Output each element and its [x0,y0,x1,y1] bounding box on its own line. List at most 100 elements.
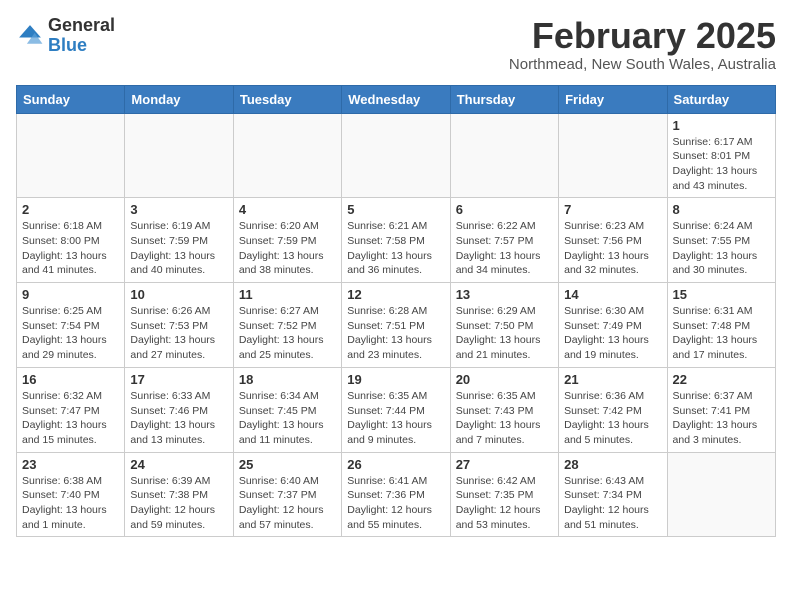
calendar-cell: 25Sunrise: 6:40 AM Sunset: 7:37 PM Dayli… [233,452,341,537]
day-number: 14 [564,287,661,302]
calendar-cell: 24 Sunrise: 6:39 AM Sunset: 7:38 PM Dayli… [125,452,233,537]
day-info: Sunrise: 6:17 AM Sunset: 8:01 PM Dayligh… [673,135,770,194]
day-info: Sunrise: 6:36 AM Sunset: 7:42 PM Dayligh… [564,389,661,448]
calendar-cell: 17 Sunrise: 6:33 AM Sunset: 7:46 PM Dayli… [125,367,233,452]
day-info: Sunrise: 6:19 AM Sunset: 7:59 PM Dayligh… [130,219,227,278]
calendar-cell: 7Sunrise: 6:23 AM Sunset: 7:56 PM Daylig… [559,198,667,283]
day-number: 21 [564,372,661,387]
calendar-cell [125,113,233,198]
calendar-cell: 16 Sunrise: 6:32 AM Sunset: 7:47 PM Dayli… [17,367,125,452]
day-number: 2 [22,202,119,217]
day-number: 5 [347,202,444,217]
calendar-cell [559,113,667,198]
main-title: February 2025 [509,16,776,56]
logo: General Blue [16,16,115,56]
day-number: 23 [22,457,119,472]
calendar-cell: 6Sunrise: 6:22 AM Sunset: 7:57 PM Daylig… [450,198,558,283]
day-number: 17 [130,372,227,387]
day-info: Sunrise: 6:18 AM Sunset: 8:00 PM Dayligh… [22,219,119,278]
day-info: Sunrise: 6:39 AM Sunset: 7:38 PM Dayligh… [130,474,227,533]
calendar-header-friday: Friday [559,85,667,113]
day-number: 15 [673,287,770,302]
day-info: Sunrise: 6:32 AM Sunset: 7:47 PM Dayligh… [22,389,119,448]
day-number: 18 [239,372,336,387]
day-info: Sunrise: 6:34 AM Sunset: 7:45 PM Dayligh… [239,389,336,448]
week-row-4: 16 Sunrise: 6:32 AM Sunset: 7:47 PM Dayli… [17,367,776,452]
calendar-cell: 22Sunrise: 6:37 AM Sunset: 7:41 PM Dayli… [667,367,775,452]
day-info: Sunrise: 6:35 AM Sunset: 7:43 PM Dayligh… [456,389,553,448]
day-info: Sunrise: 6:26 AM Sunset: 7:53 PM Dayligh… [130,304,227,363]
day-number: 20 [456,372,553,387]
week-row-3: 9 Sunrise: 6:25 AM Sunset: 7:54 PM Daylig… [17,283,776,368]
calendar-cell: 27 Sunrise: 6:42 AM Sunset: 7:35 PM Dayli… [450,452,558,537]
title-block: February 2025 Northmead, New South Wales… [509,16,776,73]
calendar-cell [342,113,450,198]
day-number: 9 [22,287,119,302]
calendar-cell: 4 Sunrise: 6:20 AM Sunset: 7:59 PM Daylig… [233,198,341,283]
calendar-header-wednesday: Wednesday [342,85,450,113]
day-info: Sunrise: 6:20 AM Sunset: 7:59 PM Dayligh… [239,219,336,278]
day-number: 7 [564,202,661,217]
calendar-cell: 28Sunrise: 6:43 AM Sunset: 7:34 PM Dayli… [559,452,667,537]
day-info: Sunrise: 6:27 AM Sunset: 7:52 PM Dayligh… [239,304,336,363]
day-info: Sunrise: 6:38 AM Sunset: 7:40 PM Dayligh… [22,474,119,533]
calendar-header: SundayMondayTuesdayWednesdayThursdayFrid… [17,85,776,113]
calendar-cell: 11 Sunrise: 6:27 AM Sunset: 7:52 PM Dayli… [233,283,341,368]
day-number: 3 [130,202,227,217]
logo-blue-text: Blue [48,36,115,56]
calendar-header-sunday: Sunday [17,85,125,113]
calendar-header-monday: Monday [125,85,233,113]
week-row-5: 23 Sunrise: 6:38 AM Sunset: 7:40 PM Dayli… [17,452,776,537]
calendar-cell: 13Sunrise: 6:29 AM Sunset: 7:50 PM Dayli… [450,283,558,368]
day-number: 24 [130,457,227,472]
day-number: 1 [673,118,770,133]
day-number: 22 [673,372,770,387]
day-number: 27 [456,457,553,472]
day-number: 4 [239,202,336,217]
day-number: 10 [130,287,227,302]
day-info: Sunrise: 6:22 AM Sunset: 7:57 PM Dayligh… [456,219,553,278]
calendar-cell: 21 Sunrise: 6:36 AM Sunset: 7:42 PM Dayli… [559,367,667,452]
day-info: Sunrise: 6:43 AM Sunset: 7:34 PM Dayligh… [564,474,661,533]
calendar-body: 1 Sunrise: 6:17 AM Sunset: 8:01 PM Daylig… [17,113,776,537]
calendar-cell: 8 Sunrise: 6:24 AM Sunset: 7:55 PM Daylig… [667,198,775,283]
calendar-cell: 12Sunrise: 6:28 AM Sunset: 7:51 PM Dayli… [342,283,450,368]
calendar-cell: 9 Sunrise: 6:25 AM Sunset: 7:54 PM Daylig… [17,283,125,368]
calendar-cell: 26Sunrise: 6:41 AM Sunset: 7:36 PM Dayli… [342,452,450,537]
day-info: Sunrise: 6:33 AM Sunset: 7:46 PM Dayligh… [130,389,227,448]
page-header: General Blue February 2025 Northmead, Ne… [16,16,776,73]
day-info: Sunrise: 6:24 AM Sunset: 7:55 PM Dayligh… [673,219,770,278]
logo-icon [16,22,44,50]
day-info: Sunrise: 6:25 AM Sunset: 7:54 PM Dayligh… [22,304,119,363]
day-number: 19 [347,372,444,387]
day-number: 11 [239,287,336,302]
calendar-cell: 15 Sunrise: 6:31 AM Sunset: 7:48 PM Dayli… [667,283,775,368]
week-row-2: 2 Sunrise: 6:18 AM Sunset: 8:00 PM Daylig… [17,198,776,283]
day-info: Sunrise: 6:21 AM Sunset: 7:58 PM Dayligh… [347,219,444,278]
calendar-cell: 23 Sunrise: 6:38 AM Sunset: 7:40 PM Dayli… [17,452,125,537]
day-info: Sunrise: 6:31 AM Sunset: 7:48 PM Dayligh… [673,304,770,363]
calendar-cell [17,113,125,198]
day-number: 16 [22,372,119,387]
calendar-cell: 10 Sunrise: 6:26 AM Sunset: 7:53 PM Dayli… [125,283,233,368]
day-info: Sunrise: 6:30 AM Sunset: 7:49 PM Dayligh… [564,304,661,363]
calendar-cell [450,113,558,198]
calendar-cell [667,452,775,537]
calendar-cell: 19Sunrise: 6:35 AM Sunset: 7:44 PM Dayli… [342,367,450,452]
day-number: 12 [347,287,444,302]
calendar-cell [233,113,341,198]
calendar-cell: 1 Sunrise: 6:17 AM Sunset: 8:01 PM Daylig… [667,113,775,198]
day-number: 25 [239,457,336,472]
calendar-cell: 2 Sunrise: 6:18 AM Sunset: 8:00 PM Daylig… [17,198,125,283]
calendar-header-thursday: Thursday [450,85,558,113]
week-row-1: 1 Sunrise: 6:17 AM Sunset: 8:01 PM Daylig… [17,113,776,198]
calendar-cell: 5 Sunrise: 6:21 AM Sunset: 7:58 PM Daylig… [342,198,450,283]
calendar-cell: 3 Sunrise: 6:19 AM Sunset: 7:59 PM Daylig… [125,198,233,283]
calendar-header-tuesday: Tuesday [233,85,341,113]
day-info: Sunrise: 6:41 AM Sunset: 7:36 PM Dayligh… [347,474,444,533]
calendar-table: SundayMondayTuesdayWednesdayThursdayFrid… [16,85,776,538]
day-info: Sunrise: 6:29 AM Sunset: 7:50 PM Dayligh… [456,304,553,363]
header-row: SundayMondayTuesdayWednesdayThursdayFrid… [17,85,776,113]
day-number: 8 [673,202,770,217]
day-info: Sunrise: 6:42 AM Sunset: 7:35 PM Dayligh… [456,474,553,533]
